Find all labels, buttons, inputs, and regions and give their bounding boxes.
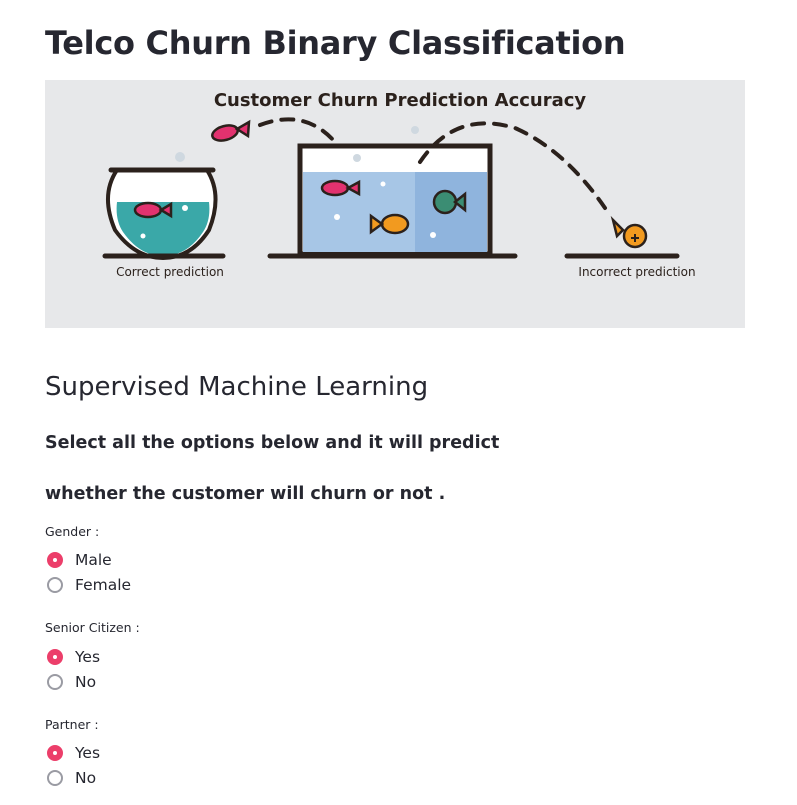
banner-title: Customer Churn Prediction Accuracy [214, 90, 587, 111]
radio-gender-male[interactable]: Male [47, 549, 112, 571]
radio-option-label: Male [75, 551, 112, 569]
gender-label: Gender : [45, 524, 100, 539]
aquarium-tank-icon [297, 126, 493, 257]
radio-checked-icon[interactable] [47, 649, 63, 665]
radio-option-label: Yes [75, 744, 101, 762]
instruction-line-2: whether the customer will churn or not . [45, 484, 446, 504]
radio-option-label: No [75, 673, 97, 691]
incorrect-prediction-caption: Incorrect prediction [578, 265, 695, 279]
radio-unchecked-icon[interactable] [47, 674, 63, 690]
radio-checked-icon[interactable] [47, 745, 63, 761]
radio-senior-citizen-yes[interactable]: Yes [47, 646, 100, 668]
radio-checked-icon[interactable] [47, 552, 63, 568]
radio-option-label: Female [75, 576, 132, 594]
page-title: Telco Churn Binary Classification [45, 24, 626, 62]
radio-partner-yes[interactable]: Yes [47, 742, 100, 764]
radio-option-label: No [75, 769, 97, 787]
jumping-fish-icon [211, 119, 251, 142]
radio-gender-female[interactable]: Female [47, 574, 131, 596]
fallen-fish-icon [610, 215, 648, 249]
churn-banner-image: Customer Churn Prediction Accuracy Corre… [45, 80, 745, 328]
section-heading: Supervised Machine Learning [45, 372, 429, 402]
radio-partner-no[interactable]: No [47, 767, 96, 789]
fishbowl-icon [105, 152, 218, 261]
correct-prediction-caption: Correct prediction [116, 265, 224, 279]
senior-citizen-label: Senior Citizen : [45, 620, 140, 635]
radio-unchecked-icon[interactable] [47, 770, 63, 786]
partner-label: Partner : [45, 717, 99, 732]
banner-illustration: Customer Churn Prediction Accuracy Corre… [102, 90, 696, 279]
radio-unchecked-icon[interactable] [47, 577, 63, 593]
radio-senior-citizen-no[interactable]: No [47, 671, 96, 693]
instruction-line-1: Select all the options below and it will… [45, 433, 500, 453]
radio-option-label: Yes [75, 648, 101, 666]
